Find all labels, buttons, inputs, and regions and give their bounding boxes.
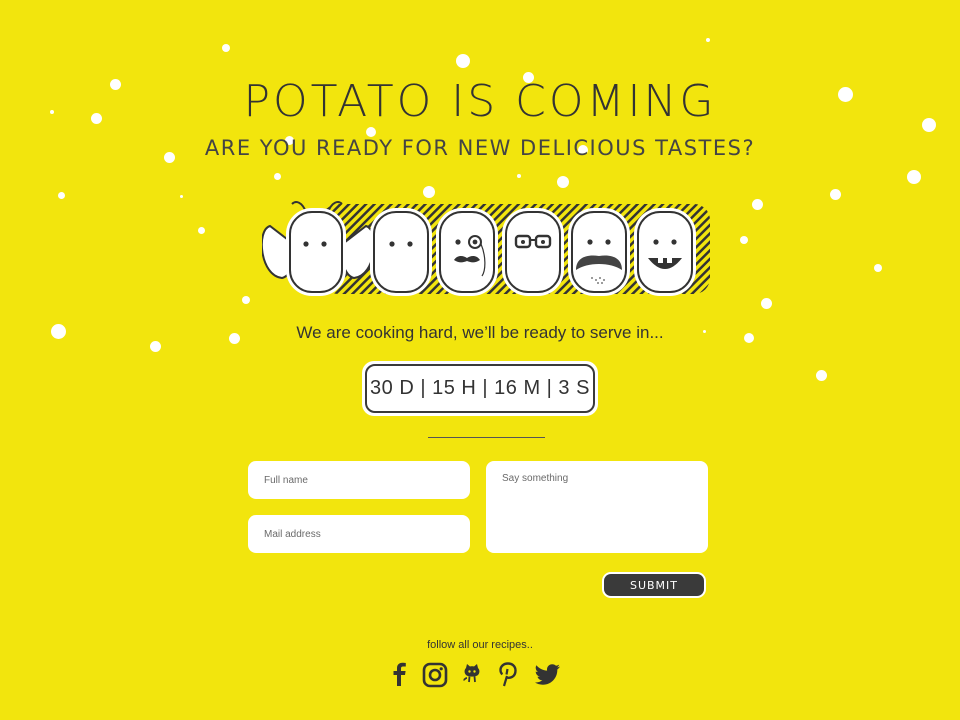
smiling-potato-icon xyxy=(634,208,696,296)
message-textarea[interactable] xyxy=(486,461,708,553)
twitter-icon[interactable] xyxy=(532,660,562,692)
submit-button-label: SUBMIT xyxy=(604,574,704,596)
follow-text: follow all our recipes.. xyxy=(427,639,533,651)
page-subtitle: ARE YOU READY FOR NEW DELICIOUS TASTES? xyxy=(204,136,756,160)
glasses-potato-icon xyxy=(502,208,564,296)
divider xyxy=(428,437,545,438)
countdown-text: 30 D | 15 H | 16 M | 3 S xyxy=(365,364,595,413)
potato-characters-illustration xyxy=(262,201,710,296)
github-icon[interactable] xyxy=(460,660,484,692)
facebook-icon[interactable] xyxy=(388,660,410,692)
monocle-potato-icon xyxy=(436,208,498,296)
submit-button[interactable]: SUBMIT xyxy=(602,572,706,598)
instagram-icon[interactable] xyxy=(422,660,448,692)
page-title: POTATO IS COMING xyxy=(243,76,717,127)
mustache-potato-icon xyxy=(568,208,630,296)
social-links xyxy=(388,660,562,692)
countdown-tagline: We are cooking hard, we’ll be ready to s… xyxy=(296,323,664,342)
pinterest-icon[interactable] xyxy=(496,660,520,692)
email-input[interactable] xyxy=(248,515,470,553)
countdown-timer: 30 D | 15 H | 16 M | 3 S xyxy=(362,361,598,416)
full-name-input[interactable] xyxy=(248,461,470,499)
plain-potato-icon xyxy=(370,208,432,296)
